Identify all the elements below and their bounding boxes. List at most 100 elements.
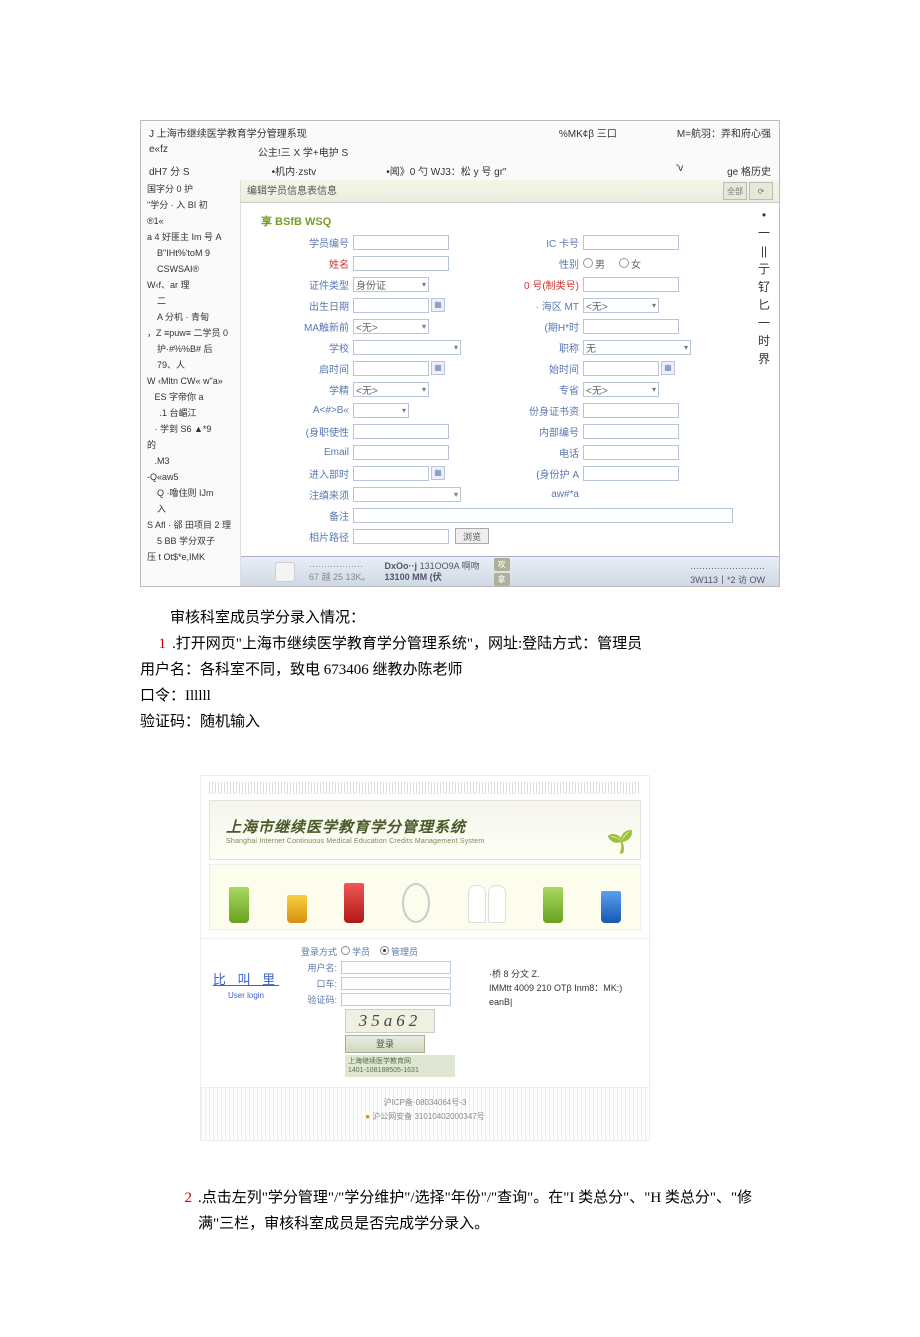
input-workcert[interactable] bbox=[583, 403, 679, 418]
input-phone[interactable] bbox=[583, 445, 679, 460]
sidebar-item[interactable]: .M3 bbox=[147, 454, 236, 468]
lbl-password: 口车: bbox=[295, 977, 341, 990]
radio-female[interactable] bbox=[619, 258, 629, 268]
sidebar-item[interactable]: 国字分 0 护 bbox=[147, 182, 236, 196]
lbl-gender: 性别 bbox=[517, 256, 583, 271]
sidebar-item[interactable]: 二 bbox=[147, 294, 236, 308]
select-idtype[interactable]: 身份证 bbox=[353, 277, 429, 292]
sidebar-item[interactable]: .1 台嵋江 bbox=[147, 406, 236, 420]
app-top-right: M=航羽：弄和府心强 bbox=[677, 125, 771, 140]
lbl-studentid: 学员编号 bbox=[287, 235, 353, 250]
sidebar-item[interactable]: 入 bbox=[147, 502, 236, 516]
browse-button[interactable]: 浏览 bbox=[455, 528, 489, 544]
input-remark[interactable] bbox=[353, 508, 733, 523]
banner-title-cn: 上海市继续医学教育学分管理系统 bbox=[226, 816, 640, 837]
sidebar-item[interactable]: ，Z ≡puw≡ 二学员 0 bbox=[147, 326, 236, 340]
form-panel: 编辑学员信息表信息 全部 ⟳ •一||亍钌匕一时界 享 BSfB WSQ 学员编… bbox=[241, 180, 779, 586]
sidebar-item[interactable]: "学分 · 入 BI 初 bbox=[147, 198, 236, 212]
doc-section-2: 2 .点击左列"学分管理"/"学分维护"/选择"年份"/"查询"。在"I 类总分… bbox=[166, 1185, 780, 1237]
sidebar-item[interactable]: 5 BB 学分双子 bbox=[147, 534, 236, 548]
form-section1: 享 BSfB WSQ bbox=[261, 213, 769, 229]
login-footer: 沪ICP备·08034064号-3 沪公网安备 31010402000347号 bbox=[201, 1088, 649, 1140]
sidebar-item[interactable]: ES 字帝你 a bbox=[147, 390, 236, 404]
flask-icon bbox=[287, 895, 307, 923]
input-end[interactable] bbox=[583, 361, 659, 376]
doc-heading: 审核科室成员学分录入情况： bbox=[140, 605, 780, 631]
input-intime[interactable] bbox=[353, 466, 429, 481]
input-outtype[interactable] bbox=[583, 466, 679, 481]
radio-male[interactable] bbox=[583, 258, 593, 268]
input-studentid[interactable] bbox=[353, 235, 449, 250]
step1-text-a: .打开网页"上海市继续医学教育学分管理系统"，网址:登陆方式：管理员 bbox=[172, 631, 642, 657]
login-brand-en: User login bbox=[211, 991, 281, 1000]
sidebar-item[interactable]: · 学到 S6 ▲*9 bbox=[147, 422, 236, 436]
input-emptype[interactable] bbox=[353, 424, 449, 439]
input-photo[interactable] bbox=[353, 529, 449, 544]
step2-num: 2 bbox=[166, 1185, 192, 1237]
login-button[interactable]: 登录 bbox=[345, 1035, 425, 1053]
input-iccard[interactable] bbox=[583, 235, 679, 250]
calendar-icon-3[interactable]: ▦ bbox=[661, 361, 675, 375]
lbl-birth: 出生日期 bbox=[287, 298, 353, 313]
doc-section-1: 审核科室成员学分录入情况： 1 .打开网页"上海市继续医学教育学分管理系统"，网… bbox=[140, 605, 780, 735]
lbl-a: A<#>B« bbox=[287, 405, 353, 416]
calendar-icon-2[interactable]: ▦ bbox=[431, 361, 445, 375]
calendar-icon-4[interactable]: ▦ bbox=[431, 466, 445, 480]
select-edu[interactable]: <无> bbox=[353, 319, 429, 334]
sub1-left: e«fz bbox=[149, 144, 168, 159]
select-spec[interactable]: <无> bbox=[583, 382, 659, 397]
footer-icon-1[interactable] bbox=[275, 562, 295, 582]
step1-text-c: 口令：Illlll bbox=[140, 683, 780, 709]
input-idno[interactable] bbox=[583, 277, 679, 292]
select-district[interactable]: <无> bbox=[583, 298, 659, 313]
login-right-info: ·桥 8 分文 Z. IMMtt 4009 210 OTβ Inm8：MK:) … bbox=[489, 945, 639, 1077]
sidebar-item[interactable]: W ‹Mltn CW« w"a» bbox=[147, 374, 236, 388]
toolbar-btn-2[interactable]: ⟳ bbox=[749, 182, 773, 200]
sidebar-tree[interactable]: 国字分 0 护 "学分 · 入 BI 初 ®1« a 4 好匪主 Im 号 A B"I… bbox=[141, 180, 241, 586]
sidebar-item[interactable]: A 分机 · 青甸 bbox=[147, 310, 236, 324]
step2-text: .点击左列"学分管理"/"学分维护"/选择"年份"/"查询"。在"I 类总分"、… bbox=[198, 1185, 780, 1237]
sidebar-item[interactable]: CSWSAI® bbox=[147, 262, 236, 276]
select-ftype[interactable]: <无> bbox=[353, 382, 429, 397]
input-birth[interactable] bbox=[353, 298, 429, 313]
select-title[interactable]: 无 bbox=[583, 340, 691, 355]
step1-text-b: 用户名：各科室不同，致电 673406 继教办陈老师 bbox=[140, 657, 780, 683]
radio-mode-student[interactable] bbox=[341, 946, 350, 955]
login-gallery bbox=[209, 864, 641, 930]
flask-icon bbox=[543, 887, 563, 923]
input-start[interactable] bbox=[353, 361, 429, 376]
lbl-edu: MA触新前 bbox=[287, 319, 353, 334]
input-captcha[interactable] bbox=[341, 993, 451, 1006]
select-regsrc[interactable] bbox=[353, 487, 461, 502]
sidebar-item[interactable]: -Q«aw5 bbox=[147, 470, 236, 484]
sidebar-item[interactable]: a 4 好匪主 Im 号 A bbox=[147, 230, 236, 244]
sidebar-item[interactable]: S Afl · 郤 田项目 2 理 bbox=[147, 518, 236, 532]
sidebar-item[interactable]: ®1« bbox=[147, 214, 236, 228]
sidebar-item[interactable]: W‹f、ar 理 bbox=[147, 278, 236, 292]
select-a[interactable] bbox=[353, 403, 409, 418]
calendar-icon[interactable]: ▦ bbox=[431, 298, 445, 312]
input-email[interactable] bbox=[353, 445, 449, 460]
input-degree[interactable] bbox=[583, 319, 679, 334]
input-innerno[interactable] bbox=[583, 424, 679, 439]
app-screenshot: J 上海市继续医学教育学分管理系现 %MK¢β 三口 M=航羽：弄和府心强 e«… bbox=[140, 120, 780, 587]
toolbar-btn-all[interactable]: 全部 bbox=[723, 182, 747, 200]
lbl-iccard: IC 卡号 bbox=[517, 235, 583, 250]
sub2-r2: ge 格历史 bbox=[727, 163, 771, 178]
input-password[interactable] bbox=[341, 977, 451, 990]
input-username[interactable] bbox=[341, 961, 451, 974]
sidebar-item[interactable]: Q ·噜住则 IJm bbox=[147, 486, 236, 500]
radio-mode-admin[interactable] bbox=[380, 946, 389, 955]
microscope-icon bbox=[402, 883, 430, 923]
sidebar-item[interactable]: 压 t Ot$*e,IMK bbox=[147, 550, 236, 564]
sidebar-item[interactable]: 79、人 bbox=[147, 358, 236, 372]
sidebar-item[interactable]: 护·#%%B# 后 bbox=[147, 342, 236, 356]
captcha-image[interactable]: 35a62 bbox=[345, 1009, 435, 1033]
sidebar-item[interactable]: B"IHt%'toM 9 bbox=[147, 246, 236, 260]
lbl-phone: 电话 bbox=[517, 445, 583, 460]
sidebar-item[interactable]: 的 bbox=[147, 438, 236, 452]
select-school[interactable] bbox=[353, 340, 461, 355]
app-top-mid: %MK¢β 三口 bbox=[559, 125, 617, 140]
input-name[interactable] bbox=[353, 256, 449, 271]
lbl-photo: 相片路径 bbox=[287, 529, 353, 544]
